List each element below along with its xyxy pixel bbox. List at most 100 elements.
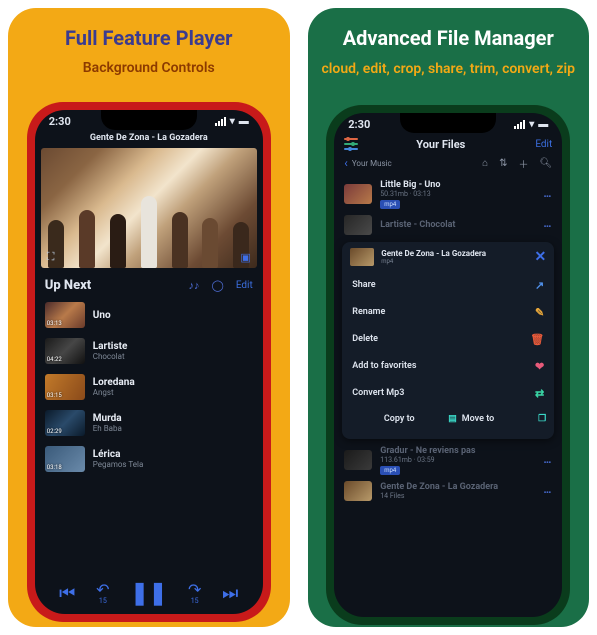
- ctx-action[interactable]: Add to favorites ❤: [350, 353, 546, 380]
- track-thumb: 03:18: [45, 446, 85, 472]
- track-row[interactable]: 04:22 Lartiste Chocolat: [35, 333, 263, 369]
- ctx-title: Gente De Zona - La Gozadera: [381, 249, 486, 258]
- wifi-icon: ▾: [529, 119, 534, 130]
- headline: Full Feature Player: [65, 26, 232, 50]
- next-button[interactable]: ⏭: [222, 583, 238, 604]
- sort-icon[interactable]: ⇅: [499, 158, 507, 169]
- battery-icon: ▬: [538, 119, 548, 130]
- ctx-icon: ↗: [535, 279, 544, 292]
- skip-back-button[interactable]: ↶15: [96, 582, 109, 605]
- ctx-action[interactable]: Delete 🗑: [350, 326, 546, 353]
- track-thumb: 04:22: [45, 338, 85, 364]
- file-meta: 113.61mb · 03:59: [380, 456, 543, 464]
- add-icon[interactable]: ＋: [519, 156, 529, 171]
- status-time: 2:30: [49, 115, 71, 128]
- file-thumb: [344, 481, 372, 501]
- context-menu: Gente De Zona - La Gozadera mp4 ✕ Share↗…: [342, 242, 554, 439]
- ctx-label: Rename: [352, 307, 385, 317]
- file-row[interactable]: Lartiste - Chocolat …: [334, 212, 562, 238]
- ctx-label: Convert Mp3: [352, 388, 404, 398]
- file-thumb: [344, 184, 372, 204]
- ctx-label: Delete: [352, 334, 378, 344]
- ctx-label: Share: [352, 280, 375, 290]
- file-list-top: Little Big - Uno 50.31mb · 03:13 mp4 … L…: [334, 177, 562, 238]
- home-icon[interactable]: ⌂: [482, 158, 488, 169]
- skip-fwd-button[interactable]: ↷15: [188, 582, 201, 605]
- track-row[interactable]: 03:13 Uno: [35, 297, 263, 333]
- track-title: Murda: [93, 413, 122, 424]
- ctx-icon: ❤: [535, 360, 544, 373]
- track-title: Loredana: [93, 377, 135, 388]
- now-playing-title: Gente De Zona - La Gozadera: [35, 130, 263, 148]
- file-thumb: [344, 215, 372, 235]
- subline: cloud, edit, crop, share, trim, convert,…: [321, 60, 575, 79]
- ctx-icon: 🗑: [530, 333, 544, 346]
- up-next-label: Up Next: [45, 278, 177, 293]
- copy-to-button[interactable]: Copy to: [350, 407, 448, 431]
- more-icon[interactable]: …: [544, 219, 553, 230]
- fullscreen-icon[interactable]: ⛶: [47, 250, 55, 264]
- notch: [101, 110, 197, 130]
- wifi-icon: ▾: [230, 116, 235, 127]
- ctx-icon: ✎: [535, 306, 544, 319]
- player-controls: ⏮ ↶15 ❚❚ ↷15 ⏭: [35, 581, 263, 606]
- shuffle-icon[interactable]: ♪♪: [189, 279, 200, 292]
- screen: 2:30 ▾ ▬ Your Files Edit ‹ Your Music ⌂ …: [334, 113, 562, 617]
- promo-panel-player: Full Feature Player Background Controls …: [8, 8, 290, 627]
- track-title: Uno: [93, 310, 111, 321]
- screen: 2:30 ▾ ▬ Gente De Zona - La Gozadera: [35, 110, 263, 614]
- ctx-thumb: [350, 248, 374, 266]
- video-area[interactable]: ⛶ ▣: [41, 148, 257, 268]
- ctx-icon: ⇄: [535, 387, 544, 400]
- settings-icon[interactable]: [344, 138, 358, 150]
- format-badge: mp4: [380, 466, 400, 475]
- format-badge: mp4: [380, 200, 400, 209]
- track-list: 03:13 Uno 04:22 Lartiste Chocolat03:15 L…: [35, 297, 263, 477]
- phone-frame: 2:30 ▾ ▬ Gente De Zona - La Gozadera: [27, 102, 271, 622]
- file-row[interactable]: Gradur - Ne reviens pas 113.61mb · 03:59…: [334, 443, 562, 478]
- move-icon: ▤: [448, 414, 457, 424]
- headline: Advanced File Manager: [343, 26, 554, 50]
- file-title: Little Big - Uno: [380, 180, 543, 190]
- signal-icon: [514, 120, 525, 129]
- ctx-label: Add to favorites: [352, 361, 416, 371]
- edit-link[interactable]: Edit: [236, 280, 253, 291]
- track-sub: Pegamos Tela: [93, 460, 144, 469]
- close-icon[interactable]: ✕: [535, 249, 547, 265]
- file-row[interactable]: Little Big - Uno 50.31mb · 03:13 mp4 …: [334, 177, 562, 212]
- airplay-icon[interactable]: ▣: [240, 251, 250, 264]
- more-icon[interactable]: …: [544, 485, 553, 496]
- prev-button[interactable]: ⏮: [59, 583, 75, 604]
- battery-icon: ▬: [239, 116, 249, 127]
- track-title: Lérica: [93, 449, 144, 460]
- more-icon[interactable]: …: [544, 189, 553, 200]
- move-to-button[interactable]: ▤Move to❐: [448, 407, 546, 431]
- more-icon[interactable]: …: [544, 455, 553, 466]
- breadcrumb-text[interactable]: Your Music: [352, 159, 392, 168]
- track-sub: Angst: [93, 388, 135, 397]
- file-title: Gente De Zona - La Gozadera: [380, 482, 543, 492]
- edit-link[interactable]: Edit: [535, 139, 552, 150]
- back-icon[interactable]: ‹: [344, 156, 348, 170]
- track-thumb: 03:13: [45, 302, 85, 328]
- subline: Background Controls: [83, 60, 215, 76]
- ctx-action[interactable]: Convert Mp3 ⇄: [350, 380, 546, 407]
- search-icon[interactable]: 🔍︎: [540, 158, 553, 169]
- file-row[interactable]: Gente De Zona - La Gozadera 14 Files …: [334, 478, 562, 504]
- file-meta: 14 Files: [380, 492, 543, 500]
- pause-button[interactable]: ❚❚: [130, 581, 167, 606]
- track-row[interactable]: 03:18 Lérica Pegamos Tela: [35, 441, 263, 477]
- track-sub: Chocolat: [93, 352, 128, 361]
- repeat-icon[interactable]: ◯: [212, 279, 224, 292]
- ctx-action[interactable]: Share ↗: [350, 272, 546, 299]
- track-thumb: 02:29: [45, 410, 85, 436]
- ctx-action[interactable]: Rename ✎: [350, 299, 546, 326]
- up-next-header: Up Next ♪♪ ◯ Edit: [35, 268, 263, 297]
- track-thumb: 03:15: [45, 374, 85, 400]
- file-title: Lartiste - Chocolat: [380, 220, 543, 230]
- notch: [400, 113, 496, 133]
- promo-panel-filemgr: Advanced File Manager cloud, edit, crop,…: [308, 8, 590, 627]
- track-row[interactable]: 03:15 Loredana Angst: [35, 369, 263, 405]
- track-row[interactable]: 02:29 Murda Eh Baba: [35, 405, 263, 441]
- fm-header: Your Files Edit: [334, 133, 562, 154]
